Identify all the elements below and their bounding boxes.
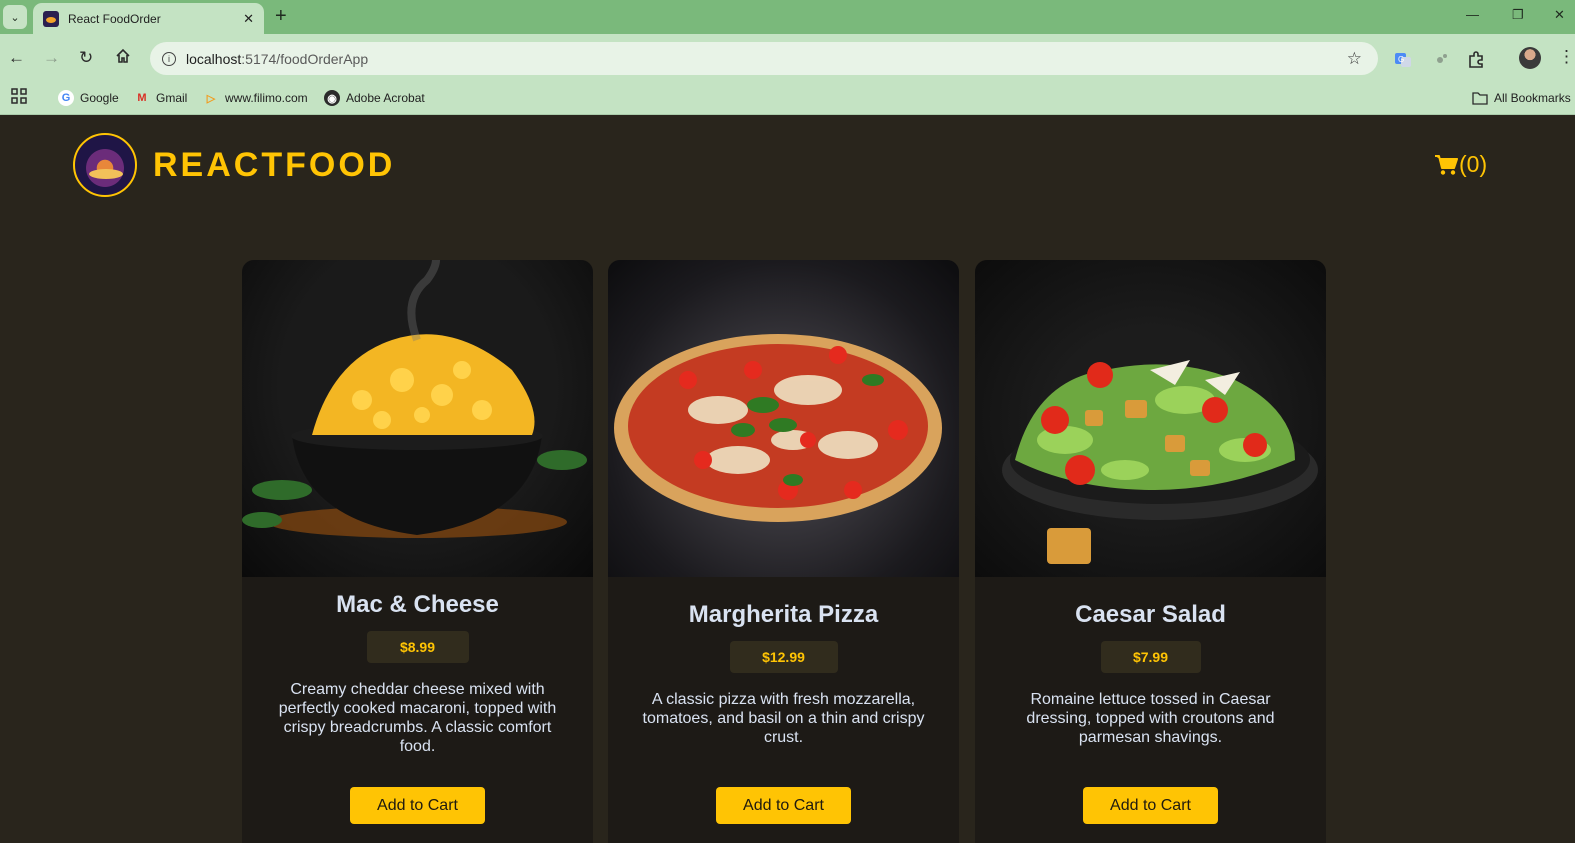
add-to-cart-button[interactable]: Add to Cart [716, 787, 851, 824]
cart-icon [1435, 154, 1458, 175]
acrobat-icon: ◉ [324, 90, 340, 106]
all-bookmarks-folder[interactable]: All Bookmarks [1472, 90, 1571, 106]
new-tab-button[interactable]: + [275, 6, 287, 26]
site-info-icon[interactable]: i [162, 51, 176, 66]
bookmark-acrobat[interactable]: ◉ Adobe Acrobat [324, 90, 425, 106]
url-text: localhost:5174/foodOrderApp [186, 50, 369, 67]
meal-name: Caesar Salad [1075, 601, 1226, 628]
svg-text:G: G [1398, 55, 1404, 64]
address-bar[interactable]: i localhost:5174/foodOrderApp ☆ [150, 42, 1378, 75]
app-title: REACTFOOD [153, 146, 396, 184]
chevron-down-icon: ⌄ [10, 11, 20, 24]
folder-icon [1472, 90, 1488, 106]
favicon-icon [43, 10, 59, 27]
google-icon: G [58, 90, 74, 106]
tab-search-button[interactable]: ⌄ [3, 5, 27, 29]
bookmark-google[interactable]: G Google [58, 90, 119, 106]
meal-image-margherita-pizza [608, 260, 959, 577]
meal-card-margherita-pizza: Margherita Pizza $12.99 A classic pizza … [608, 260, 959, 843]
cart-button[interactable]: (0) [1434, 151, 1487, 178]
filimo-icon: ▷ [206, 92, 216, 105]
app-page: REACTFOOD (0) Mac & Cheese $8.99 Creamy … [0, 116, 1575, 843]
close-window-icon[interactable]: ✕ [1554, 7, 1565, 23]
reload-icon[interactable]: ↻ [79, 48, 93, 68]
add-to-cart-button[interactable]: Add to Cart [350, 787, 485, 824]
browser-toolbar: ← → ↻ i localhost:5174/foodOrderApp ☆ G … [0, 34, 1575, 82]
meal-card-mac-and-cheese: Mac & Cheese $8.99 Creamy cheddar cheese… [242, 260, 593, 843]
tab-title: React FoodOrder [68, 11, 161, 26]
translate-icon[interactable]: G [1394, 51, 1412, 69]
meal-description: A classic pizza with fresh mozzarella, t… [642, 691, 925, 746]
restore-icon[interactable]: ❐ [1512, 7, 1524, 23]
extension-sparkle-icon[interactable] [1431, 51, 1449, 69]
meal-image-caesar-salad [975, 260, 1326, 577]
meal-price: $12.99 [729, 641, 838, 673]
meal-description: Romaine lettuce tossed in Caesar dressin… [1026, 691, 1275, 746]
gmail-icon: M [137, 92, 147, 104]
browser-tab[interactable]: React FoodOrder ✕ [33, 3, 264, 34]
home-icon[interactable] [115, 48, 131, 69]
back-icon[interactable]: ← [8, 48, 25, 68]
forward-icon[interactable]: → [43, 48, 60, 68]
meal-card-caesar-salad: Caesar Salad $7.99 Romaine lettuce tosse… [975, 260, 1326, 843]
bookmarks-bar: G Google M Gmail ▷ www.filimo.com ◉ Adob… [0, 82, 1575, 115]
cart-count: (0) [1459, 151, 1488, 177]
bookmark-gmail[interactable]: M Gmail [134, 90, 187, 106]
bookmark-star-icon[interactable]: ☆ [1347, 49, 1362, 69]
menu-kebab-icon[interactable]: ⋮ [1558, 47, 1575, 67]
browser-tabstrip: ⌄ React FoodOrder ✕ + — ❐ ✕ [0, 0, 1575, 34]
meal-name: Margherita Pizza [688, 601, 879, 628]
meal-description: Creamy cheddar cheese mixed with perfect… [278, 681, 557, 755]
meal-price: $8.99 [366, 631, 469, 663]
meal-name: Mac & Cheese [336, 591, 499, 618]
minimize-icon[interactable]: — [1466, 7, 1479, 22]
close-tab-icon[interactable]: ✕ [243, 11, 254, 27]
bookmark-filimo[interactable]: ▷ www.filimo.com [203, 90, 308, 106]
meal-price: $7.99 [1100, 641, 1201, 673]
add-to-cart-button[interactable]: Add to Cart [1083, 787, 1218, 824]
profile-avatar[interactable] [1519, 47, 1541, 69]
extensions-puzzle-icon[interactable] [1467, 51, 1485, 69]
meal-image-mac-and-cheese [242, 260, 593, 577]
apps-grid-icon[interactable] [11, 88, 27, 104]
logo-image [73, 133, 137, 197]
